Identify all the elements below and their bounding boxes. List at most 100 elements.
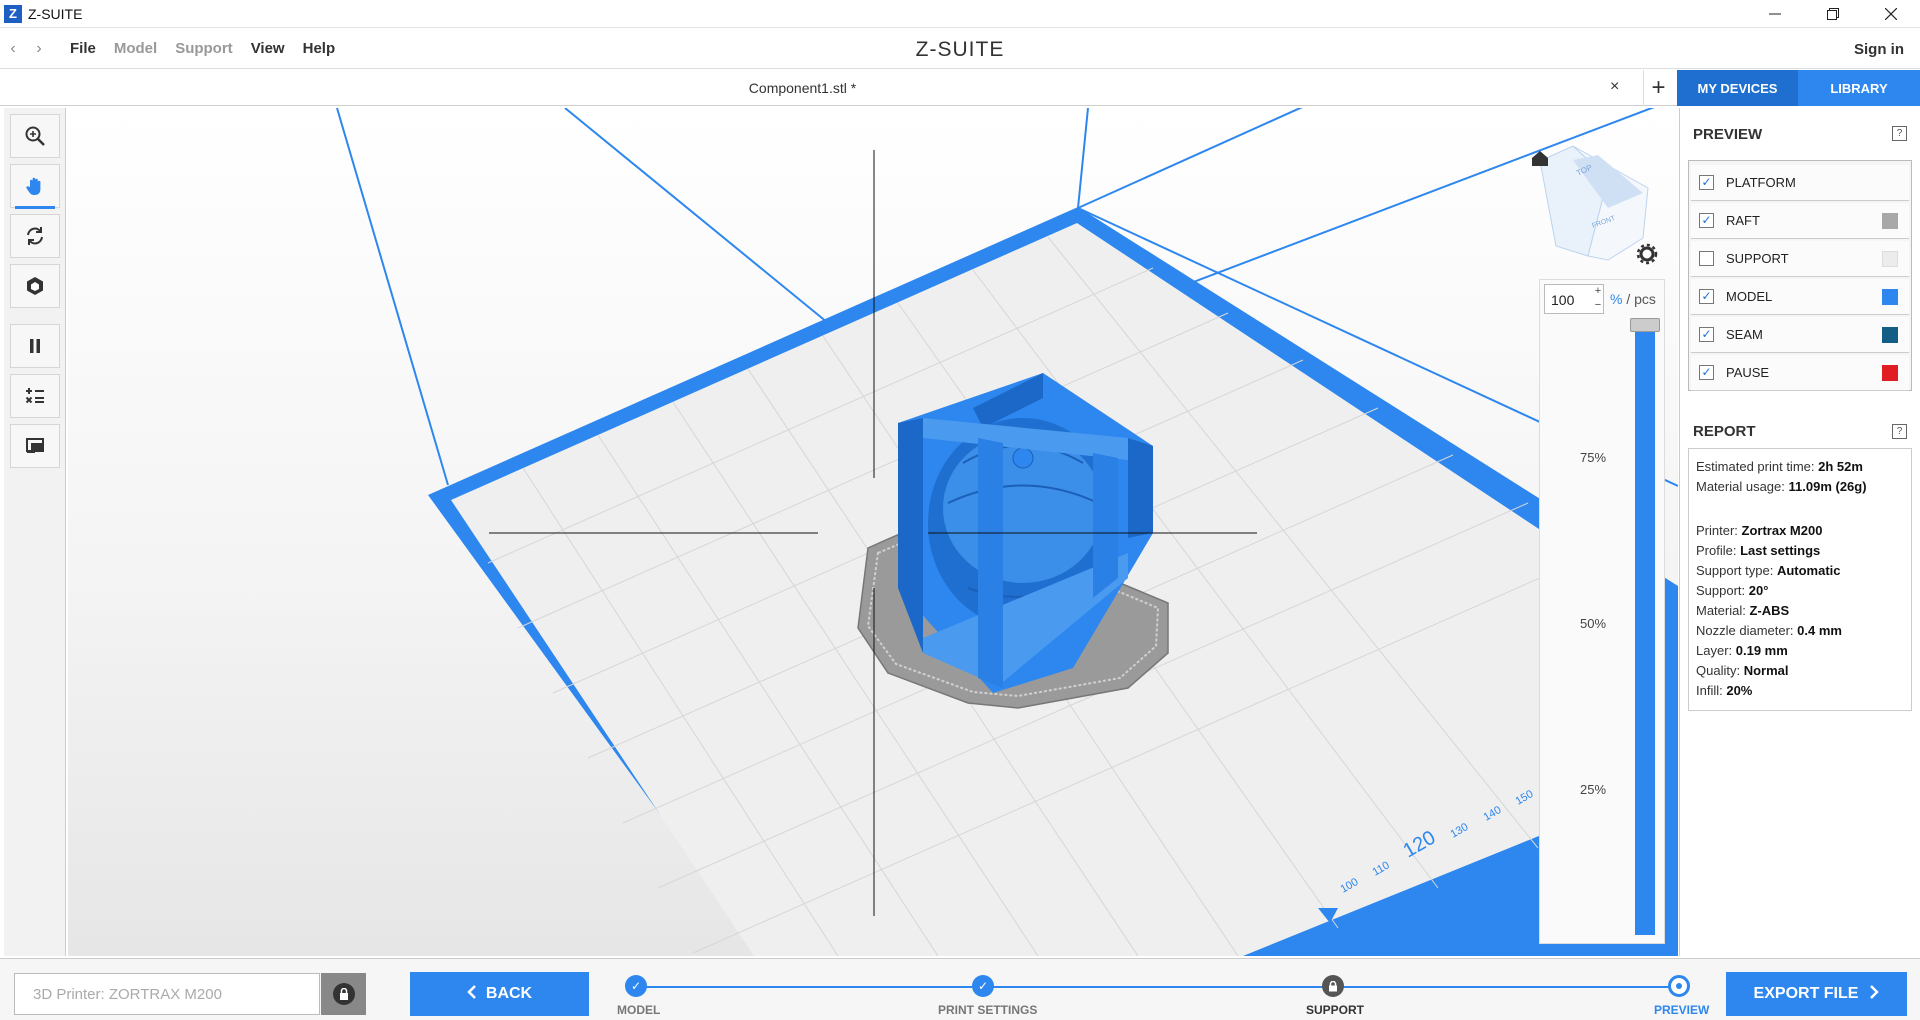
step-print-settings[interactable]: ✓	[972, 975, 994, 997]
brand-logo: Z-SUITE	[915, 38, 1005, 61]
menu-file[interactable]: File	[70, 40, 96, 57]
layer-model[interactable]: ✓ MODEL	[1691, 279, 1909, 315]
step-label-model: MODEL	[617, 1003, 661, 1017]
minimize-icon[interactable]	[1746, 0, 1804, 28]
seam-color-swatch[interactable]	[1882, 326, 1898, 343]
view-cube-icon[interactable]	[10, 264, 60, 308]
rotate-icon[interactable]	[10, 214, 60, 258]
window-title: Z-SUITE	[28, 5, 83, 22]
step-label-preview: PREVIEW	[1654, 1003, 1710, 1017]
layer-label: SEAM	[1726, 327, 1763, 342]
printer-lock-button[interactable]	[321, 973, 366, 1015]
preview-help-icon[interactable]: ?	[1892, 126, 1907, 141]
platform-checkbox[interactable]: ✓	[1699, 175, 1714, 190]
printer-select[interactable]: 3D Printer: ZORTRAX M200	[14, 973, 320, 1015]
close-icon[interactable]	[1862, 0, 1920, 28]
chevron-right-icon	[1870, 984, 1880, 1004]
tab-file[interactable]: Component1.stl *	[0, 70, 1605, 106]
back-arrow-icon[interactable]: ‹	[0, 40, 26, 58]
layer-settings-icon[interactable]	[10, 374, 60, 418]
unit-toggle[interactable]: % / pcs	[1610, 291, 1656, 307]
report-line: Support: 20°	[1696, 583, 1769, 598]
layer-platform[interactable]: ✓ PLATFORM	[1691, 165, 1909, 201]
layer-percent-stepper[interactable]: + −	[1592, 284, 1604, 314]
report-line: Quality: Normal	[1696, 663, 1789, 678]
increment-button[interactable]: +	[1592, 284, 1604, 298]
wizard-progress-line	[636, 986, 1680, 988]
step-label-support: SUPPORT	[1306, 1003, 1365, 1017]
report-line: Profile: Last settings	[1696, 543, 1821, 558]
slider-tick: 25%	[1580, 782, 1607, 797]
raft-checkbox[interactable]: ✓	[1699, 213, 1714, 228]
layer-compare-icon[interactable]	[10, 424, 60, 468]
support-checkbox[interactable]	[1699, 251, 1714, 266]
menu-view[interactable]: View	[251, 40, 285, 57]
library-button[interactable]: LIBRARY	[1798, 70, 1920, 106]
layer-slider-panel: 100 + − % / pcs 75% 50% 25%	[1539, 279, 1665, 944]
left-toolbar	[4, 108, 66, 956]
layer-slider-handle[interactable]	[1630, 318, 1660, 332]
right-panel: PREVIEW ? ✓ PLATFORM ✓ RAFT SUPPORT ✓ MO…	[1679, 108, 1920, 956]
report-line: Support type: Automatic	[1696, 563, 1841, 578]
forward-arrow-icon[interactable]: ›	[26, 40, 52, 58]
lock-icon	[1329, 980, 1337, 991]
layer-seam[interactable]: ✓ SEAM	[1691, 317, 1909, 353]
hand-pan-icon[interactable]	[10, 164, 60, 209]
title-bar: Z Z-SUITE	[0, 0, 1920, 28]
layer-pause[interactable]: ✓ PAUSE	[1691, 355, 1909, 391]
slider-tick: 75%	[1580, 450, 1607, 465]
step-support[interactable]	[1322, 975, 1344, 997]
preview-layers: ✓ PLATFORM ✓ RAFT SUPPORT ✓ MODEL ✓ SEAM…	[1688, 160, 1912, 391]
export-file-button[interactable]: EXPORT FILE	[1726, 972, 1907, 1016]
model-color-swatch[interactable]	[1882, 288, 1898, 305]
report-title: REPORT	[1693, 423, 1756, 440]
menu-support[interactable]: Support	[175, 40, 233, 57]
pause-icon[interactable]	[10, 324, 60, 368]
slider-tick: 50%	[1580, 616, 1607, 631]
zoom-icon[interactable]	[10, 114, 60, 158]
sign-in-link[interactable]: Sign in	[1854, 41, 1904, 58]
pause-checkbox[interactable]: ✓	[1699, 365, 1714, 380]
report-box: Estimated print time: 2h 52m Material us…	[1688, 448, 1912, 711]
unit-pcs[interactable]: / pcs	[1622, 291, 1656, 307]
preview-title: PREVIEW	[1693, 126, 1763, 143]
scene-canvas[interactable]: 100 110 120 130 140 150 200 TOP FRONT	[68, 108, 1678, 956]
back-button[interactable]: BACK	[410, 972, 589, 1016]
step-model[interactable]: ✓	[625, 975, 647, 997]
menu-help[interactable]: Help	[303, 40, 336, 57]
step-label-print-settings: PRINT SETTINGS	[938, 1003, 1038, 1017]
model-checkbox[interactable]: ✓	[1699, 289, 1714, 304]
view-cube[interactable]: TOP FRONT	[1539, 145, 1649, 261]
restore-icon[interactable]	[1804, 0, 1862, 28]
decrement-button[interactable]: −	[1592, 298, 1604, 312]
seam-checkbox[interactable]: ✓	[1699, 327, 1714, 342]
layer-label: RAFT	[1726, 213, 1760, 228]
window-controls	[1746, 0, 1920, 28]
layer-label: SUPPORT	[1726, 251, 1789, 266]
app-logo: Z	[4, 4, 22, 23]
my-devices-button[interactable]: MY DEVICES	[1677, 70, 1798, 106]
report-line: Material: Z-ABS	[1696, 603, 1790, 618]
report-line: Infill: 20%	[1696, 683, 1753, 698]
report-line: Estimated print time: 2h 52m	[1696, 459, 1863, 474]
add-tab-button[interactable]: +	[1643, 70, 1673, 106]
pause-color-swatch[interactable]	[1882, 364, 1898, 381]
export-label: EXPORT FILE	[1753, 985, 1859, 1002]
lock-icon	[332, 983, 355, 1005]
back-label: BACK	[485, 985, 533, 1002]
report-line: Printer: Zortrax M200	[1696, 523, 1823, 538]
layer-raft[interactable]: ✓ RAFT	[1691, 203, 1909, 239]
report-help-icon[interactable]: ?	[1892, 424, 1907, 439]
gear-icon[interactable]	[1636, 243, 1658, 265]
layer-slider-track[interactable]	[1635, 325, 1655, 935]
step-preview[interactable]	[1668, 975, 1690, 997]
menu-bar: ‹ › File Model Support View Help Z-SUITE…	[0, 29, 1920, 69]
report-line: Nozzle diameter: 0.4 mm	[1696, 623, 1842, 638]
3d-viewport[interactable]: 100 110 120 130 140 150 200 TOP FRONT 10…	[68, 108, 1678, 956]
raft-color-swatch[interactable]	[1882, 212, 1898, 229]
menu-model[interactable]: Model	[114, 40, 157, 57]
support-color-swatch[interactable]	[1882, 250, 1898, 267]
close-tab-icon[interactable]: ×	[1610, 78, 1619, 96]
layer-support[interactable]: SUPPORT	[1691, 241, 1909, 277]
unit-percent[interactable]: %	[1610, 291, 1622, 307]
